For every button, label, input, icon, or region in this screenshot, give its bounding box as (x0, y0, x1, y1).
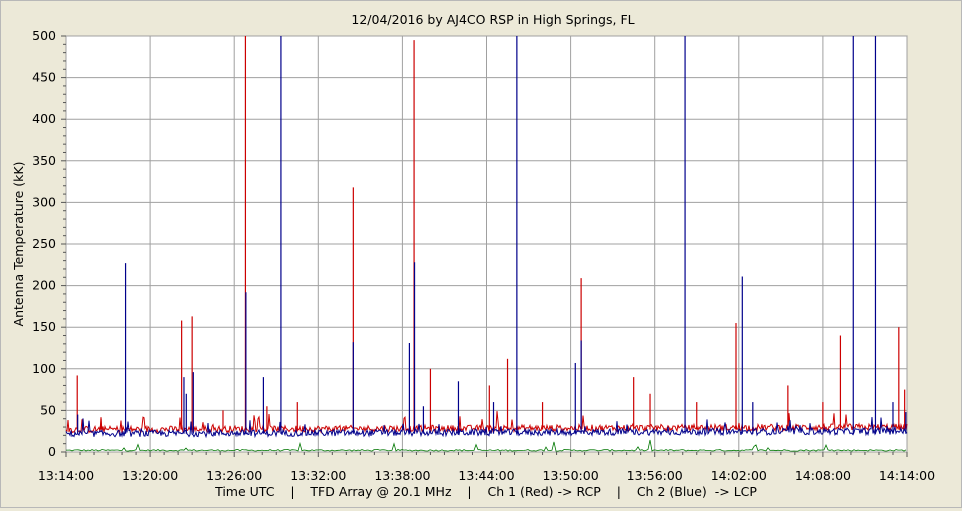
y-axis: 0 50 100 150 200 250 300 350 400 450 500 (32, 28, 66, 459)
y-tick-label: 200 (32, 278, 56, 293)
y-tick-label: 500 (32, 28, 56, 43)
x-tick-label: 13:44:00 (458, 468, 514, 483)
x-tick-label: 13:56:00 (627, 468, 683, 483)
y-tick-label: 0 (48, 444, 56, 459)
x-axis: 13:14:00 13:20:00 13:26:00 13:32:00 13:38:00… (38, 452, 935, 483)
y-tick-label: 100 (32, 361, 56, 376)
y-tick-label: 250 (32, 236, 56, 251)
chart-window: 12/04/2016 by AJ4CO RSP in High Springs,… (0, 0, 962, 508)
x-tick-label: 13:32:00 (290, 468, 346, 483)
x-tick-label: 13:50:00 (543, 468, 599, 483)
y-tick-label: 150 (32, 319, 56, 334)
y-tick-label: 300 (32, 194, 56, 209)
x-tick-label: 14:02:00 (711, 468, 767, 483)
x-tick-label: 14:08:00 (795, 468, 851, 483)
antenna-temperature-chart: 12/04/2016 by AJ4CO RSP in High Springs,… (11, 12, 935, 499)
y-tick-label: 450 (32, 70, 56, 85)
x-axis-label: Time UTC | TFD Array @ 20.1 MHz | Ch 1 (… (214, 484, 757, 499)
x-tick-label: 14:14:00 (879, 468, 935, 483)
x-tick-label: 13:20:00 (122, 468, 178, 483)
x-tick-label: 13:14:00 (38, 468, 94, 483)
x-tick-label: 13:26:00 (206, 468, 262, 483)
y-tick-label: 400 (32, 111, 56, 126)
y-tick-label: 50 (40, 402, 56, 417)
chart-title: 12/04/2016 by AJ4CO RSP in High Springs,… (351, 12, 634, 27)
y-tick-label: 350 (32, 153, 56, 168)
y-axis-label: Antenna Temperature (kK) (11, 162, 26, 327)
x-tick-label: 13:38:00 (374, 468, 430, 483)
